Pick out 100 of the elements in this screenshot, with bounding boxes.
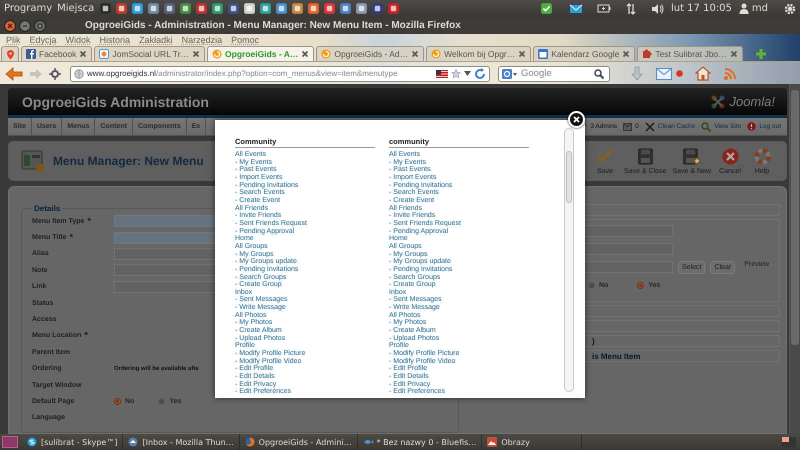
menu-item[interactable]: Plik [6,35,21,45]
browser-tab[interactable] [1,46,19,61]
workspace-icon[interactable] [782,437,796,447]
map-icon [4,48,16,60]
facebook-icon [26,49,36,59]
app-icon[interactable] [131,2,144,15]
radio-button[interactable] [637,282,644,288]
tools-icon[interactable] [48,66,62,80]
app-icon[interactable] [195,2,208,15]
battery-icon[interactable] [596,4,611,13]
logo-text: Joomla! [729,94,775,109]
taskbar-item[interactable]: Obrazy [482,434,582,450]
globe-icon [74,68,84,78]
address-field[interactable]: www.opgroeigids.nl/administrator/index.php?option=com_menus&view=item&menutype [70,66,490,82]
browser-tab[interactable]: OpgroeiGids - Ad… [316,46,424,61]
puzzle-icon [642,49,652,59]
menu-item[interactable]: Zakładki [139,35,173,45]
fish-icon [362,437,373,447]
browser-tab[interactable]: JomSocial URL Tr… [94,46,206,61]
new-tab-icon[interactable] [754,48,767,60]
search-icon[interactable] [594,68,604,78]
app-icon[interactable] [339,2,352,15]
taskbar-item[interactable]: OpgroeiGids - Admini… [240,434,358,450]
dropdown-icon[interactable] [464,71,471,76]
message-icon [623,122,632,130]
star-icon[interactable] [451,68,461,78]
maximize-icon[interactable] [37,22,43,28]
close-icon[interactable] [301,50,310,58]
volume-icon[interactable] [650,2,664,14]
swirl-icon [212,49,222,59]
search-input[interactable]: Google [521,68,591,79]
logout-icon [747,122,756,131]
network-icon[interactable] [624,2,637,14]
cancel-icon [722,148,738,164]
menu-item[interactable]: Widok [66,35,91,45]
menu-item[interactable]: Pomoc [231,35,260,45]
maximize-button[interactable] [34,20,46,32]
app-icon[interactable] [323,2,336,15]
taskbar-item[interactable]: [Inbox - Mozilla Thun… [123,434,240,450]
app-icon[interactable] [243,2,256,15]
browser-tab[interactable]: Welkom bij Opgr… [426,46,532,61]
radio-button[interactable] [114,398,121,405]
app-icon[interactable] [99,2,112,15]
floppy-icon [638,148,653,164]
minimize-icon[interactable] [22,22,28,28]
window-title: OpgroeiGids - Administration - Menu Manager: New Menu Item - Mozilla Firefox [85,20,461,31]
reload-icon[interactable] [474,68,486,80]
floppy-plus-icon [682,148,701,164]
mail-icon[interactable] [568,4,583,14]
app-icon[interactable] [355,2,368,15]
app-icon[interactable] [307,2,320,15]
browser-tab[interactable]: Facebook [21,46,92,61]
scrollbar[interactable] [789,84,800,434]
image-icon [487,437,498,447]
app-icon[interactable] [275,2,288,15]
search-field[interactable]: Google [498,66,610,82]
required-mark: * [87,218,91,225]
panel-menu[interactable]: Programy [4,3,52,14]
menu-item[interactable]: Edycja [30,35,57,45]
user-name[interactable]: md [752,3,768,14]
clock[interactable]: lut 17 10:05 [670,3,732,14]
app-icon[interactable] [115,2,128,15]
site-title: OpgroeiGids Administration [22,94,209,110]
bird-icon [128,437,138,447]
swirl-icon [321,49,332,59]
menu-manager-icon [21,149,45,173]
browser-tab[interactable]: Kalendarz Google [533,46,636,61]
menu-item[interactable]: Historia [100,35,130,45]
radio-button[interactable] [588,282,595,288]
app-icon[interactable] [227,2,240,15]
app-icon[interactable] [211,2,224,15]
taskbar-item[interactable]: [sulibrat - Skype™] [22,434,124,450]
calendar-icon [538,49,548,59]
search-engine-icon[interactable] [502,68,518,78]
lifebuoy-icon [754,148,770,164]
swirl-icon [431,49,442,59]
check-icon [596,148,614,164]
check-icon[interactable] [540,2,553,15]
minimize-button[interactable] [19,20,31,32]
app-icon[interactable] [163,2,176,15]
notification-icon[interactable] [676,69,683,78]
radio-button[interactable] [158,398,166,405]
settings-icon[interactable] [784,2,796,14]
back-icon[interactable] [4,66,24,82]
broom-icon [644,122,655,132]
menu-item[interactable]: Narzędzia [182,35,222,45]
browser-tab[interactable]: OpgroeiGids - A… [207,46,314,61]
user-icon[interactable] [738,3,749,14]
page-icon [99,49,110,59]
app-icon[interactable] [291,2,304,15]
taskbar-item[interactable]: * Bez nazwy 0 - Bluefis… [358,434,482,450]
app-icon[interactable] [387,2,400,15]
panel-menu[interactable]: Miejsca [57,3,94,14]
app-icon[interactable] [179,2,192,15]
browser-tab[interactable]: Test Sulibrat Jbo… [637,46,743,61]
app-icon[interactable] [371,2,384,15]
app-icon[interactable] [147,2,160,15]
required-mark: * [69,234,73,242]
home-icon[interactable] [695,66,711,81]
app-icon[interactable] [259,2,272,15]
